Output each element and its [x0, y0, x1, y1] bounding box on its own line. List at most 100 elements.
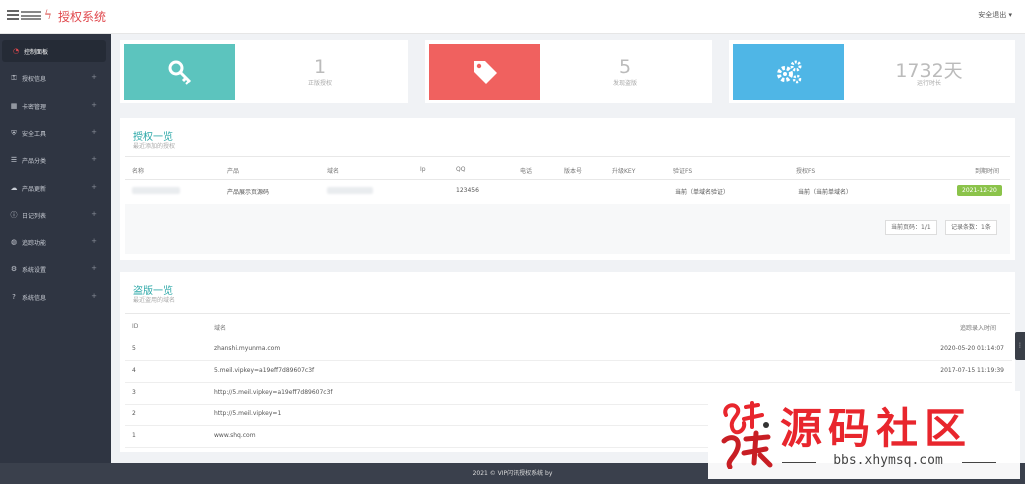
sidebar-item[interactable]: ☰ 产品分类 +	[0, 149, 111, 171]
sidebar-item-label: 系统信息	[22, 294, 47, 302]
sidebar-item-label: 卡密管理	[22, 103, 47, 111]
column-header: 版本号	[564, 168, 583, 175]
stat-card-genuine: 1 正版授权	[120, 40, 408, 103]
stat-value: 5	[618, 56, 632, 78]
expand-plus-icon[interactable]: +	[91, 73, 97, 81]
watermark-rule-right	[962, 462, 996, 463]
sidebar-item[interactable]: ◍ 追踪功能 +	[0, 231, 111, 253]
row-id: 3	[132, 388, 136, 396]
expire-date-badge: 2021-12-20	[957, 185, 1002, 196]
divider	[125, 313, 1010, 314]
pager-current-page[interactable]: 当前页码：1/1	[885, 220, 937, 235]
expand-plus-icon[interactable]: +	[91, 210, 97, 218]
row-domain: zhanshi.myunma.com	[214, 345, 281, 352]
sidebar-item[interactable]: ⛨ 安全工具 +	[0, 122, 111, 144]
row-domain: 5.meil.vipkey=a19eff7d89607c3f	[214, 366, 315, 374]
auth-panel: 授权一览 最近添加的授权 名称 产品 域名 Ip QQ 电话 版本号 升级KEY…	[120, 118, 1015, 260]
watermark-overlay: 源码社区 bbs.xhymsq.com	[708, 391, 1020, 479]
stat-icon-box	[429, 44, 540, 100]
stat-value: 1	[313, 56, 327, 78]
sidebar-item-label: 控制面板	[24, 49, 49, 56]
qq-cell: 123456	[456, 187, 479, 194]
column-header: 产品	[227, 168, 240, 175]
key-icon: ⚿	[11, 74, 17, 83]
row-divider	[125, 381, 1012, 383]
tag-icon	[473, 61, 497, 84]
logo-bars-icon	[21, 11, 41, 20]
row-id: 2	[132, 410, 136, 418]
column-header: 域名	[214, 325, 227, 332]
expand-plus-icon[interactable]: +	[91, 292, 97, 300]
stat-icon-box	[124, 44, 235, 100]
divider	[125, 156, 1010, 157]
sidebar-item-label: 追踪功能	[22, 240, 47, 248]
row-time: 2017-07-15 11:19:39	[940, 366, 1004, 374]
row-id: 4	[132, 366, 136, 374]
logout-dropdown[interactable]: 安全退出 ▾	[978, 10, 1012, 20]
column-header: 电话	[520, 168, 533, 175]
row-id: 5	[132, 345, 136, 352]
expand-plus-icon[interactable]: +	[91, 155, 97, 163]
cloud-icon: ☁	[10, 183, 18, 192]
sidebar-item-label: 授权信息	[22, 76, 47, 84]
expand-plus-icon[interactable]: +	[91, 264, 97, 272]
divider	[125, 179, 1010, 180]
expand-plus-icon[interactable]: +	[91, 128, 97, 136]
stat-label: 发现盗版	[612, 80, 637, 87]
expand-plus-icon[interactable]: +	[91, 101, 97, 109]
expand-plus-icon[interactable]: +	[91, 183, 97, 191]
row-id: 1	[132, 432, 136, 440]
info-icon: ⓘ	[10, 210, 18, 219]
column-header: 到期时间	[975, 168, 1000, 175]
product-cell: 产品展示页源码	[227, 189, 270, 196]
sidebar-item[interactable]: ◔ 控制面板	[2, 40, 106, 62]
sidebar-item[interactable]: ? 系统信息 +	[0, 286, 111, 308]
sidebar: ◔ 控制面板 ⚿ 授权信息 + ▦ 卡密管理 + ⛨ 安全工具 + ☰ 产品分类 + ☁ 产品更新 + ⓘ 日记列表…	[0, 34, 111, 463]
column-header: 授权FS	[796, 168, 816, 175]
sidebar-item[interactable]: ⚿ 授权信息 +	[0, 67, 111, 89]
column-header: 域名	[327, 168, 340, 175]
watermark-seal-logo	[721, 401, 773, 469]
column-header: 名称	[132, 168, 145, 175]
sidebar-item-label: 系统设置	[22, 267, 47, 275]
side-drawer-handle[interactable]: ⋮	[1015, 332, 1025, 360]
row-time: 2020-05-20 01:14:07	[940, 345, 1004, 352]
expand-plus-icon[interactable]: +	[91, 237, 97, 245]
column-header: Ip	[420, 166, 426, 173]
domain-cell-redacted	[327, 187, 373, 196]
sidebar-item[interactable]: ▦ 卡密管理 +	[0, 95, 111, 117]
menu-toggle-icon[interactable]	[7, 10, 19, 20]
panel-subtitle: 最近添加的授权	[133, 143, 176, 150]
sidebar-item-label: 产品更新	[22, 185, 47, 193]
row-domain: www.shq.com	[214, 432, 256, 440]
globe-icon: ◍	[10, 238, 18, 247]
dashboard-icon: ◔	[12, 47, 20, 55]
sidebar-item-label: 安全工具	[22, 130, 47, 138]
sidebar-item[interactable]: ⚙ 系统设置 +	[0, 258, 111, 280]
top-bar: ϟ 授权系统 安全退出 ▾	[0, 0, 1025, 34]
auth-fs-cell: 当前（当前单域名）	[798, 189, 853, 196]
sidebar-item-label: 产品分类	[22, 158, 47, 166]
row-domain: http://5.meil.vipkey=1	[214, 410, 282, 418]
card-icon: ▦	[10, 101, 18, 110]
name-cell-redacted	[132, 187, 180, 196]
panel-subtitle: 最近盗用的域名	[133, 297, 176, 304]
verify-fs-cell: 当前（单域名验证）	[675, 189, 730, 196]
sidebar-item-label: 日记列表	[22, 212, 47, 220]
sidebar-item[interactable]: ☁ 产品更新 +	[0, 177, 111, 199]
stat-label: 运行时长	[916, 80, 941, 87]
app-title[interactable]: 授权系统	[58, 8, 106, 25]
gears-icon	[776, 60, 801, 84]
sidebar-item[interactable]: ⓘ 日记列表 +	[0, 204, 111, 226]
pager-record-count[interactable]: 记录条数：1条	[945, 220, 997, 235]
row-domain: http://5.meil.vipkey=a19eff7d89607c3f	[214, 388, 333, 396]
stat-card-piracy: 5 发现盗版	[425, 40, 712, 103]
column-header: 升级KEY	[612, 168, 636, 175]
column-header: ID	[132, 323, 139, 330]
shield-icon: ⛨	[11, 128, 17, 137]
gears-icon: ⚙	[10, 265, 18, 274]
watermark-url: bbs.xhymsq.com	[833, 453, 943, 468]
watermark-title: 源码社区	[780, 404, 973, 453]
stat-label: 正版授权	[307, 80, 332, 87]
column-header: 追踪录入时间	[960, 325, 997, 332]
